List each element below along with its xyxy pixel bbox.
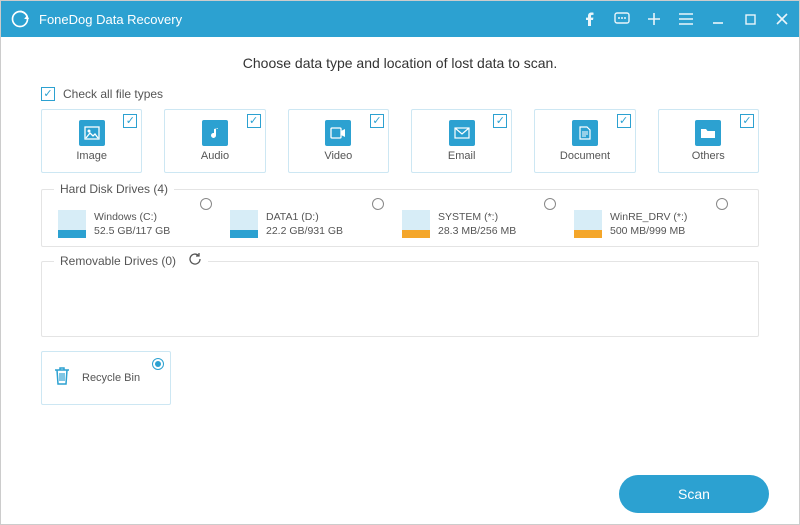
type-card-document[interactable]: Document xyxy=(534,109,635,173)
drive-size: 52.5 GB/117 GB xyxy=(94,225,170,237)
window-buttons xyxy=(581,10,791,28)
image-icon xyxy=(79,120,105,146)
refresh-icon[interactable] xyxy=(182,252,208,271)
close-icon[interactable] xyxy=(773,10,791,28)
main-content: Choose data type and location of lost da… xyxy=(1,37,799,464)
type-label: Image xyxy=(76,150,107,162)
page-heading: Choose data type and location of lost da… xyxy=(41,55,759,71)
type-checkbox[interactable] xyxy=(740,114,754,128)
removable-title: Removable Drives (0) xyxy=(54,254,182,268)
folder-icon xyxy=(695,120,721,146)
drive-item[interactable]: WinRE_DRV (*:) 500 MB/999 MB xyxy=(574,204,734,238)
drive-radio[interactable] xyxy=(200,198,212,210)
removable-drives-group: Removable Drives (0) xyxy=(41,261,759,337)
check-all-label: Check all file types xyxy=(63,87,163,101)
drive-name: Windows (C:) xyxy=(94,211,157,223)
feedback-icon[interactable] xyxy=(613,10,631,28)
recycle-label: Recycle Bin xyxy=(82,372,140,384)
drive-item[interactable]: SYSTEM (*:) 28.3 MB/256 MB xyxy=(402,204,562,238)
drive-name: SYSTEM (*:) xyxy=(438,211,498,223)
drive-icon xyxy=(230,210,258,238)
type-checkbox[interactable] xyxy=(123,114,137,128)
hard-drives-title: Hard Disk Drives (4) xyxy=(54,182,174,196)
email-icon xyxy=(449,120,475,146)
video-icon xyxy=(325,120,351,146)
title-bar: FoneDog Data Recovery xyxy=(1,1,799,37)
drive-radio[interactable] xyxy=(372,198,384,210)
drive-item[interactable]: DATA1 (D:) 22.2 GB/931 GB xyxy=(230,204,390,238)
minimize-icon[interactable] xyxy=(709,10,727,28)
type-card-audio[interactable]: Audio xyxy=(164,109,265,173)
drive-size: 22.2 GB/931 GB xyxy=(266,225,343,237)
drive-icon xyxy=(58,210,86,238)
type-label: Video xyxy=(324,150,352,162)
maximize-icon[interactable] xyxy=(741,10,759,28)
check-all-checkbox[interactable] xyxy=(41,87,55,101)
type-label: Audio xyxy=(201,150,229,162)
drive-icon xyxy=(402,210,430,238)
type-checkbox[interactable] xyxy=(370,114,384,128)
app-logo-icon xyxy=(9,8,31,30)
type-checkbox[interactable] xyxy=(493,114,507,128)
type-card-others[interactable]: Others xyxy=(658,109,759,173)
scan-button[interactable]: Scan xyxy=(619,475,769,513)
facebook-icon[interactable] xyxy=(581,10,599,28)
recycle-bin-card[interactable]: Recycle Bin xyxy=(41,351,171,405)
document-icon xyxy=(572,120,598,146)
add-icon[interactable] xyxy=(645,10,663,28)
drive-name: WinRE_DRV (*:) xyxy=(610,211,687,223)
check-all-row[interactable]: Check all file types xyxy=(41,87,759,101)
drive-name: DATA1 (D:) xyxy=(266,211,319,223)
type-label: Document xyxy=(560,150,610,162)
drive-radio[interactable] xyxy=(716,198,728,210)
type-card-video[interactable]: Video xyxy=(288,109,389,173)
hard-drives-group: Hard Disk Drives (4) Windows (C:)52.5 GB… xyxy=(41,189,759,247)
drives-row: Windows (C:) 52.5 GB/117 GB DATA1 (D:) 22.… xyxy=(58,204,742,238)
file-types-row: Image Audio Video Email Document xyxy=(41,109,759,173)
removable-empty xyxy=(58,276,742,328)
type-checkbox[interactable] xyxy=(247,114,261,128)
type-card-image[interactable]: Image xyxy=(41,109,142,173)
drive-item[interactable]: Windows (C:) 52.5 GB/117 GB xyxy=(58,204,218,238)
footer: Scan xyxy=(1,464,799,524)
app-window: FoneDog Data Recovery Choose data type a… xyxy=(0,0,800,525)
app-title: FoneDog Data Recovery xyxy=(39,12,581,27)
type-label: Email xyxy=(448,150,476,162)
drive-radio[interactable] xyxy=(544,198,556,210)
audio-icon xyxy=(202,120,228,146)
drive-icon xyxy=(574,210,602,238)
drive-size: 500 MB/999 MB xyxy=(610,225,685,237)
type-card-email[interactable]: Email xyxy=(411,109,512,173)
menu-icon[interactable] xyxy=(677,10,695,28)
recycle-radio[interactable] xyxy=(152,358,164,370)
trash-icon xyxy=(52,365,72,392)
type-label: Others xyxy=(692,150,725,162)
drive-size: 28.3 MB/256 MB xyxy=(438,225,516,237)
type-checkbox[interactable] xyxy=(617,114,631,128)
